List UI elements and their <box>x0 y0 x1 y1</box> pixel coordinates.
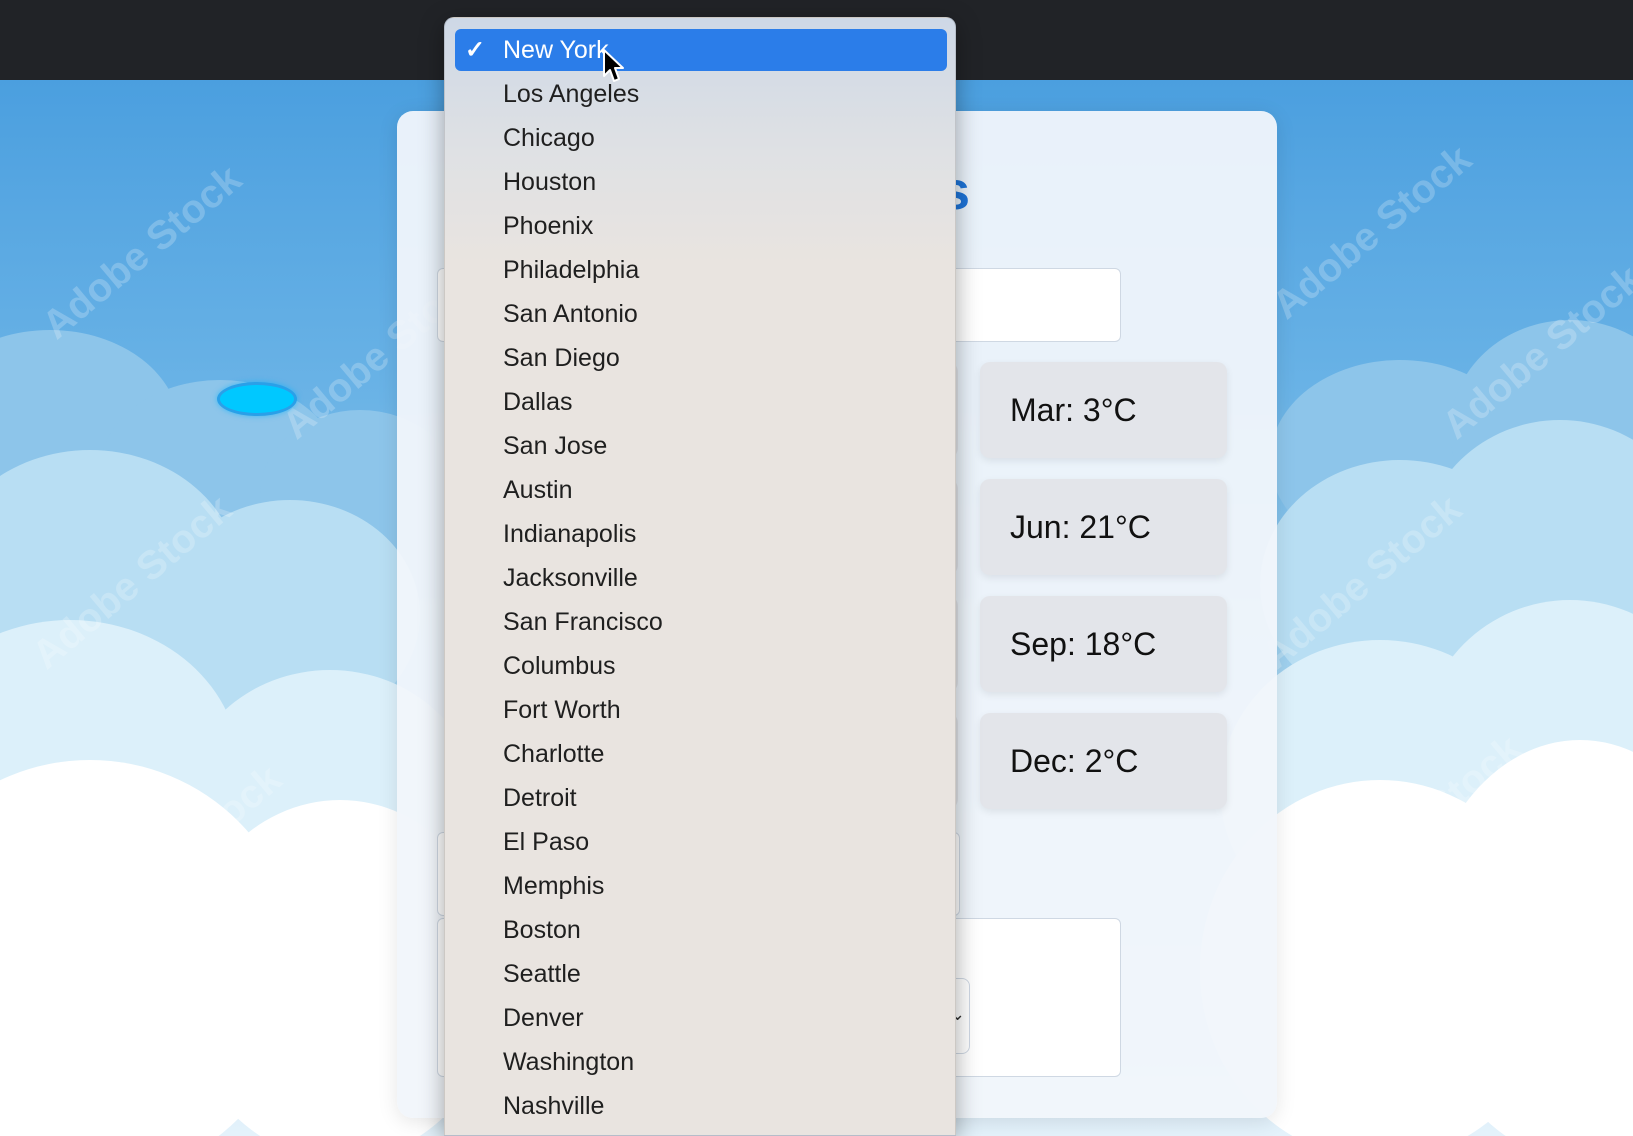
dropdown-option[interactable]: ✓ New York <box>455 29 947 71</box>
dropdown-option-label: Houston <box>503 167 597 196</box>
dropdown-option-label: Nashville <box>503 1091 605 1120</box>
dropdown-option-label: Seattle <box>503 959 581 988</box>
dropdown-option-label: Boston <box>503 915 581 944</box>
city-dropdown-list[interactable]: ✓ New York Los Angeles Chicago Houston Phoeni… <box>444 17 956 1136</box>
dropdown-option[interactable]: Indianapolis <box>455 513 947 555</box>
dropdown-option-label: San Francisco <box>503 607 663 636</box>
dropdown-option-label: Washington <box>503 1047 635 1076</box>
dropdown-option-label: Charlotte <box>503 739 605 768</box>
temperature-tile-mar: Mar: 3°C <box>980 362 1227 458</box>
dropdown-option[interactable]: San Diego <box>455 337 947 379</box>
dropdown-option[interactable]: Boston <box>455 909 947 951</box>
temperature-tile-jun: Jun: 21°C <box>980 479 1227 575</box>
dropdown-option[interactable]: Detroit <box>455 777 947 819</box>
dropdown-option[interactable]: Washington <box>455 1041 947 1083</box>
dropdown-option-label: El Paso <box>503 827 590 856</box>
dropdown-option[interactable]: Austin <box>455 469 947 511</box>
dropdown-option-label: Columbus <box>503 651 616 680</box>
dropdown-option-label: Memphis <box>503 871 605 900</box>
temperature-tile-sep: Sep: 18°C <box>980 596 1227 692</box>
dropdown-option[interactable]: Charlotte <box>455 733 947 775</box>
dropdown-option-label: Detroit <box>503 783 577 812</box>
dropdown-option[interactable]: El Paso <box>455 821 947 863</box>
floating-ring <box>217 382 297 416</box>
dropdown-option[interactable]: San Antonio <box>455 293 947 335</box>
dropdown-option-label: Chicago <box>503 123 595 152</box>
dropdown-option-label: Denver <box>503 1003 584 1032</box>
checkmark-icon: ✓ <box>465 36 486 64</box>
dropdown-option[interactable]: Columbus <box>455 645 947 687</box>
temperature-tile-dec: Dec: 2°C <box>980 713 1227 809</box>
dropdown-option-label: San Antonio <box>503 299 638 328</box>
dropdown-option-label: San Diego <box>503 343 620 372</box>
dropdown-option-label: Austin <box>503 475 573 504</box>
watermark: Adobe Stock <box>34 156 250 348</box>
dropdown-option[interactable]: Chicago <box>455 117 947 159</box>
dropdown-option[interactable]: Dallas <box>455 381 947 423</box>
dropdown-option[interactable]: Phoenix <box>455 205 947 247</box>
dropdown-option[interactable]: San Francisco <box>455 601 947 643</box>
dropdown-option[interactable]: Memphis <box>455 865 947 907</box>
dropdown-option-label: Philadelphia <box>503 255 640 284</box>
dropdown-option-label: Phoenix <box>503 211 594 240</box>
dropdown-option[interactable]: Houston <box>455 161 947 203</box>
mouse-cursor-icon <box>603 49 624 82</box>
dropdown-option-label: Dallas <box>503 387 573 416</box>
watermark: Adobe Stock <box>1264 136 1480 328</box>
dropdown-option[interactable]: Jacksonville <box>455 557 947 599</box>
dropdown-option[interactable]: Los Angeles <box>455 73 947 115</box>
dropdown-option[interactable]: Denver <box>455 997 947 1039</box>
dropdown-option[interactable]: Seattle <box>455 953 947 995</box>
dropdown-option-label: Indianapolis <box>503 519 637 548</box>
dropdown-option[interactable]: San Jose <box>455 425 947 467</box>
dropdown-option[interactable]: Nashville <box>455 1085 947 1127</box>
dropdown-option[interactable]: Fort Worth <box>455 689 947 731</box>
dropdown-option-label: New York <box>503 35 609 64</box>
dropdown-option-label: Fort Worth <box>503 695 621 724</box>
dropdown-option[interactable]: Philadelphia <box>455 249 947 291</box>
dropdown-option-label: Jacksonville <box>503 563 638 592</box>
dropdown-option-label: San Jose <box>503 431 608 460</box>
